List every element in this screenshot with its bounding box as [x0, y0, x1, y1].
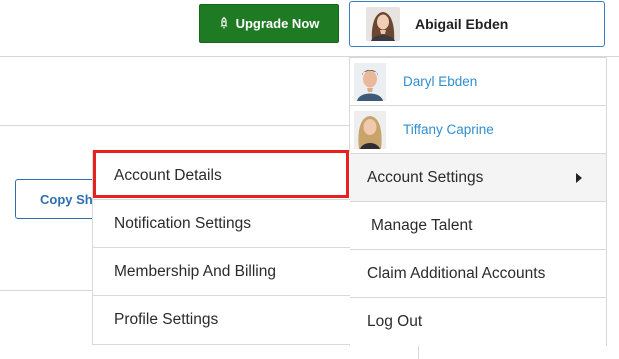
log-out-item[interactable]: Log Out — [350, 298, 606, 346]
menu-item-label: Log Out — [367, 313, 423, 330]
avatar — [354, 110, 386, 149]
account-name: Daryl Ebden — [403, 74, 478, 89]
menu-item-label: Account Details — [114, 166, 222, 184]
rocket-icon — [219, 17, 229, 30]
switch-account-daryl[interactable]: Daryl Ebden — [350, 58, 606, 106]
account-settings-label: Account Settings — [367, 168, 484, 186]
upgrade-now-label: Upgrade Now — [235, 16, 320, 31]
user-name: Abigail Ebden — [415, 16, 509, 32]
menu-item-label: Profile Settings — [114, 311, 219, 328]
account-name: Tiffany Caprine — [403, 122, 494, 137]
section-divider-lower — [0, 290, 94, 291]
upgrade-now-button[interactable]: Upgrade Now — [199, 4, 339, 43]
section-divider — [0, 125, 350, 126]
avatar — [366, 7, 400, 41]
copy-button-label: Copy Sh — [40, 191, 93, 207]
membership-billing-item[interactable]: Membership And Billing — [93, 248, 350, 296]
avatar — [354, 62, 386, 101]
menu-item-label: Claim Additional Accounts — [367, 264, 546, 282]
account-settings-item[interactable]: Account Settings — [350, 154, 606, 202]
account-dropdown-menu: Daryl Ebden Tiffany Caprine Account Sett… — [349, 57, 607, 346]
account-settings-submenu: Account Details Notification Settings Me… — [92, 151, 350, 345]
profile-settings-item[interactable]: Profile Settings — [93, 296, 350, 344]
menu-item-label: Notification Settings — [114, 214, 251, 232]
claim-accounts-item[interactable]: Claim Additional Accounts — [350, 250, 606, 298]
caret-right-icon — [576, 172, 582, 183]
menu-item-label: Membership And Billing — [114, 262, 276, 280]
notification-settings-item[interactable]: Notification Settings — [93, 200, 350, 248]
switch-account-tiffany[interactable]: Tiffany Caprine — [350, 106, 606, 154]
user-menu-button[interactable]: Abigail Ebden — [349, 1, 605, 47]
manage-talent-item[interactable]: Manage Talent — [350, 202, 606, 250]
menu-item-label: Manage Talent — [371, 216, 473, 234]
account-details-item[interactable]: Account Details — [93, 152, 350, 200]
